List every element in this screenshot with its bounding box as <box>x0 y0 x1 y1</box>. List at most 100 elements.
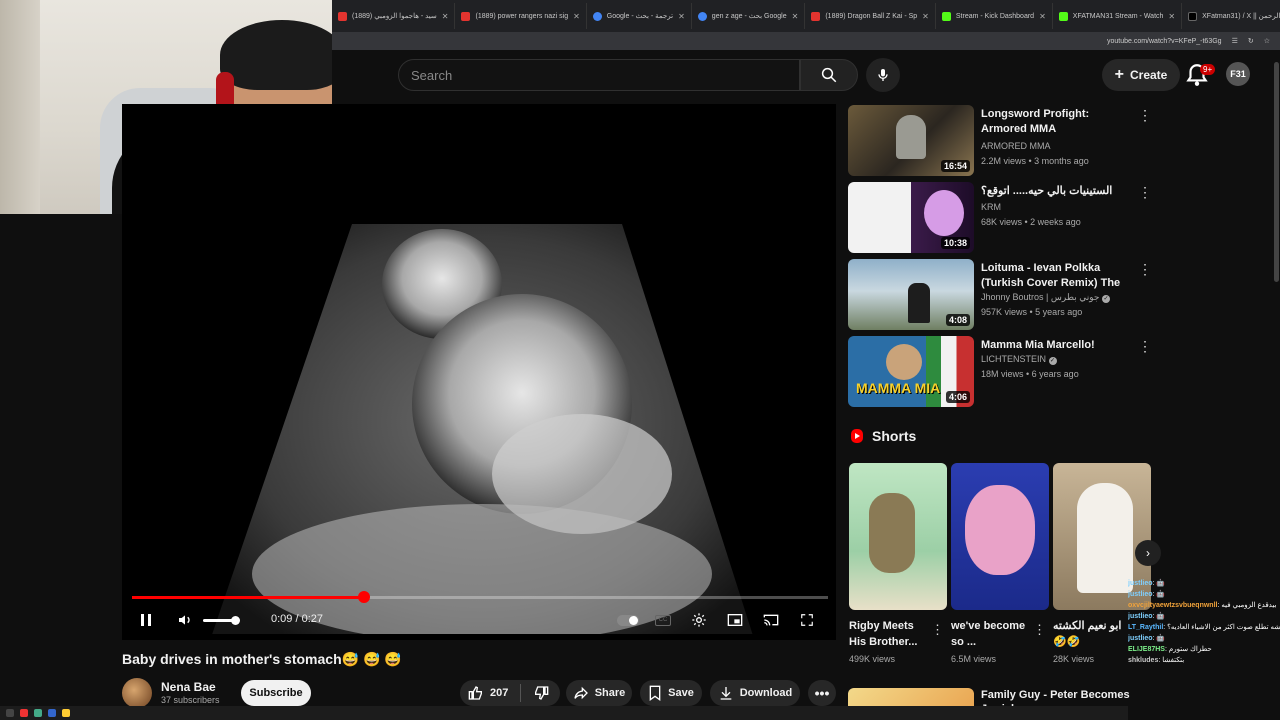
scrollbar[interactable] <box>1274 62 1279 282</box>
browser-tab[interactable]: (1889) power rangers nazi sig ✕ <box>455 3 587 29</box>
more-vertical-icon[interactable]: ⋮ <box>1138 261 1152 277</box>
chat-username[interactable]: oxvcjiltyaewtzsvbueqnwnll <box>1128 602 1217 609</box>
address-bar[interactable]: youtube.com/watch?v=KFeP_-t63Gg ☰ ↻ ☆ <box>332 32 1280 50</box>
recommendation-channel[interactable]: ARMORED MMA <box>981 141 1051 151</box>
channel-name[interactable]: Jhonny Boutros | جوني بطرس <box>981 292 1099 302</box>
recommendation-title[interactable]: Mamma Mia Marcello! <box>981 338 1131 353</box>
volume-slider[interactable] <box>200 610 240 630</box>
recommendation-item[interactable]: 4:08 Loituma - Ievan Polkka (Turkish Cov… <box>848 259 1158 331</box>
chat-username[interactable]: ELIJE87HS <box>1128 646 1165 653</box>
recommendation-item[interactable]: 10:38 الستينيات بالي حيه..... اتوقع؟ KRM… <box>848 182 1158 254</box>
video-duration: 16:54 <box>940 160 970 172</box>
recommendation-title[interactable]: Loituma - Ievan Polkka (Turkish Cover Re… <box>981 261 1131 291</box>
more-vertical-icon[interactable]: ⋮ <box>1033 622 1046 638</box>
short-title[interactable]: ابو نعيم الكشته 🤣🤣 <box>1053 618 1133 650</box>
browser-tab[interactable]: Stream - Kick Dashboard ✕ <box>936 3 1053 29</box>
chat-username[interactable]: justlieo <box>1128 635 1153 642</box>
browser-tab[interactable]: XFATMAN31 Stream - Watch ✕ <box>1053 3 1183 29</box>
download-button[interactable]: Download <box>710 680 800 706</box>
download-icon <box>720 687 732 700</box>
fullscreen-button[interactable] <box>796 610 818 630</box>
chat-username[interactable]: justlieo <box>1128 613 1153 620</box>
reload-icon[interactable]: ↻ <box>1248 37 1254 45</box>
thumbs-down-icon[interactable] <box>533 685 549 701</box>
browser-tab[interactable]: XFatman31) / X || عبد الرحمن✕ <box>1182 3 1280 29</box>
save-label: Save <box>668 687 694 699</box>
account-avatar[interactable]: F31 <box>1226 62 1250 86</box>
short-thumbnail[interactable] <box>849 463 947 610</box>
recommendation-title[interactable]: الستينيات بالي حيه..... اتوقع؟ <box>981 184 1131 199</box>
chat-username[interactable]: justlieo <box>1128 591 1153 598</box>
recommendation-item[interactable]: MAMMA MIA 4:06 Mamma Mia Marcello! LICHT… <box>848 336 1158 408</box>
more-actions-button[interactable]: ••• <box>808 680 836 706</box>
settings-button[interactable] <box>688 610 710 630</box>
chat-message: justlieo: 🤖 <box>1128 633 1280 644</box>
voice-search-button[interactable] <box>866 58 900 92</box>
chat-username[interactable]: LT_Raythil <box>1128 624 1163 631</box>
bookmark-icon[interactable]: ☆ <box>1264 37 1270 45</box>
search-input[interactable]: Search <box>398 59 800 91</box>
browser-tab[interactable]: Google - ترجمة - بحث ✕ <box>587 3 692 29</box>
scrubber-handle[interactable] <box>357 591 370 603</box>
short-title[interactable]: we've become so ... <box>951 618 1031 650</box>
close-icon[interactable]: ✕ <box>442 12 449 21</box>
browser-tab[interactable]: (1889) Dragon Ball Z Kai - Sp ✕ <box>805 3 936 29</box>
share-button[interactable]: Share <box>566 680 632 706</box>
cartoon-raccoon-figure <box>869 493 915 573</box>
channel-name[interactable]: Nena Bae <box>161 680 216 694</box>
close-icon[interactable]: ✕ <box>1168 12 1175 21</box>
recommendation-channel[interactable]: LICHTENSTEIN ✓ <box>981 354 1057 365</box>
pause-button[interactable] <box>136 610 156 630</box>
create-button[interactable]: + Create <box>1102 59 1180 91</box>
browser-tab[interactable]: (1889) سيد - هاجموا الزومبي ✕ <box>332 3 456 29</box>
volume-button[interactable] <box>174 610 196 630</box>
like-button[interactable]: 207 <box>468 685 508 701</box>
url-text[interactable]: youtube.com/watch?v=KFeP_-t63Gg <box>1107 38 1222 45</box>
recommendation-item[interactable]: 16:54 Longsword Profight: Armored MMA AR… <box>848 105 1158 177</box>
captions-button[interactable]: CC <box>652 610 674 630</box>
subscribe-button[interactable]: Subscribe <box>241 680 311 706</box>
close-icon[interactable]: ✕ <box>1039 12 1046 21</box>
close-icon[interactable]: ✕ <box>678 12 685 21</box>
close-icon[interactable]: ✕ <box>792 12 799 21</box>
recommendation-channel[interactable]: Jhonny Boutros | جوني بطرس ✓ <box>981 292 1110 303</box>
save-button[interactable]: Save <box>640 680 702 706</box>
channel-name[interactable]: LICHTENSTEIN <box>981 354 1046 364</box>
short-title[interactable]: Rigby Meets His Brother... <box>849 618 929 650</box>
more-vertical-icon[interactable]: ⋮ <box>1138 107 1152 123</box>
chat-username[interactable]: shkludes <box>1128 657 1158 664</box>
video-thumbnail[interactable]: 16:54 <box>848 105 974 176</box>
captions-icon: CC <box>655 614 671 626</box>
video-thumbnail[interactable]: MAMMA MIA 4:06 <box>848 336 974 407</box>
like-count: 207 <box>490 687 509 699</box>
app-icon[interactable] <box>6 709 14 717</box>
browser-tab[interactable]: gen z age - بحث Google ✕ <box>692 3 806 29</box>
app-icon[interactable] <box>34 709 42 717</box>
recommendation-channel[interactable]: KRM <box>981 202 1001 212</box>
autoplay-toggle[interactable] <box>616 610 640 630</box>
cast-button[interactable] <box>760 610 782 630</box>
recommendation-title[interactable]: Longsword Profight: Armored MMA <box>981 107 1131 137</box>
app-icon[interactable] <box>48 709 56 717</box>
video-player[interactable]: 0:09 / 0:27 CC <box>122 104 836 640</box>
video-thumbnail[interactable]: 10:38 <box>848 182 974 253</box>
more-vertical-icon[interactable]: ⋮ <box>931 622 944 638</box>
app-icon[interactable] <box>20 709 28 717</box>
more-vertical-icon[interactable]: ⋮ <box>1138 184 1152 200</box>
google-icon <box>592 11 602 21</box>
create-label: Create <box>1129 68 1168 82</box>
app-icon[interactable] <box>62 709 70 717</box>
progress-bar[interactable] <box>132 591 828 603</box>
miniplayer-button[interactable] <box>724 610 746 630</box>
channel-avatar[interactable] <box>122 678 152 708</box>
short-thumbnail[interactable] <box>951 463 1049 610</box>
recommendation-meta: 2.2M views • 3 months ago <box>981 156 1089 166</box>
close-icon[interactable]: ✕ <box>922 12 929 21</box>
close-icon[interactable]: ✕ <box>573 12 580 21</box>
search-button[interactable] <box>800 59 858 91</box>
chat-username[interactable]: justlieo <box>1128 580 1153 587</box>
shorts-next-button[interactable]: › <box>1135 540 1161 566</box>
video-thumbnail[interactable]: 4:08 <box>848 259 974 330</box>
more-vertical-icon[interactable]: ⋮ <box>1138 338 1152 354</box>
tune-icon[interactable]: ☰ <box>1232 37 1238 45</box>
